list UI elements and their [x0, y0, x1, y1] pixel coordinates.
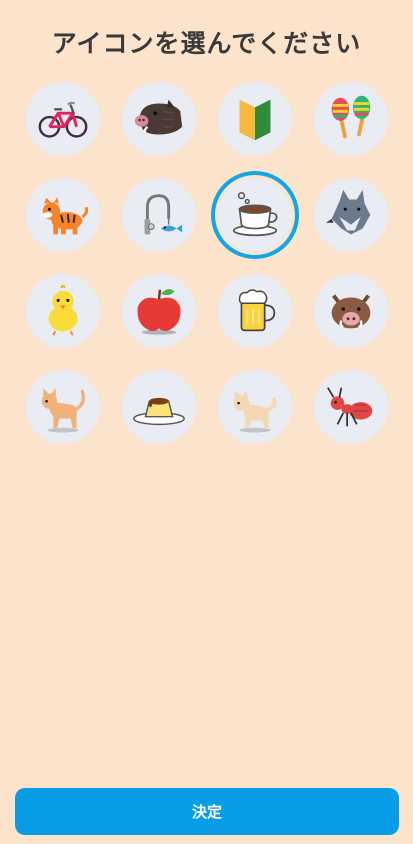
wild-boar-face-icon [331, 294, 371, 329]
fishing-rod-icon [144, 194, 183, 235]
icon-option-fishing-rod[interactable] [122, 178, 196, 252]
icon-option-coffee-cup[interactable] [218, 178, 292, 252]
icon-option-bicycle[interactable] [26, 82, 100, 156]
page-title: アイコンを選んでください [51, 29, 362, 58]
boar-head-icon [134, 99, 183, 135]
maracas-icon [331, 95, 371, 139]
apple-icon [137, 289, 181, 335]
coffee-cup-icon [232, 192, 278, 237]
icon-option-wild-boar-face[interactable] [314, 274, 388, 348]
chick-icon [48, 284, 78, 336]
tiger-icon [42, 197, 89, 235]
beginner-mark-icon [239, 99, 271, 141]
icon-option-tiger[interactable] [26, 178, 100, 252]
icon-option-maracas[interactable] [314, 82, 388, 156]
icon-option-beer-mug[interactable] [218, 274, 292, 348]
ant-icon [327, 387, 373, 427]
cat-icon [41, 388, 86, 433]
dog-icon [233, 390, 277, 433]
icon-option-boar-head[interactable] [122, 82, 196, 156]
icon-option-chick[interactable] [26, 274, 100, 348]
beer-mug-icon [238, 289, 276, 332]
icon-option-dog[interactable] [218, 370, 292, 444]
submit-button[interactable]: 決定 [15, 788, 399, 835]
icon-option-ant[interactable] [314, 370, 388, 444]
icon-option-pudding[interactable] [122, 370, 196, 444]
wolf-icon [325, 189, 371, 235]
icon-grid [26, 82, 388, 444]
bicycle-icon [38, 101, 88, 138]
pudding-icon [133, 397, 185, 426]
icon-option-cat[interactable] [26, 370, 100, 444]
icon-option-apple[interactable] [122, 274, 196, 348]
icon-option-wolf[interactable] [314, 178, 388, 252]
icon-option-beginner-mark[interactable] [218, 82, 292, 156]
